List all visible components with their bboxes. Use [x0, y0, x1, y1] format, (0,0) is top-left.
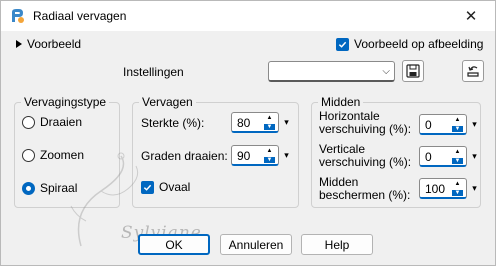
ok-button[interactable]: OK	[138, 234, 210, 255]
center-title: Midden	[318, 95, 364, 109]
save-preset-button[interactable]	[402, 60, 424, 82]
protect-spinner[interactable]: 100 ▲ ▼	[419, 178, 467, 199]
h-offset-label: Horizontale verschuiving (%):	[319, 110, 411, 136]
reset-icon	[467, 66, 479, 77]
spin-arrows-icon[interactable]: ▲ ▼	[452, 181, 463, 196]
preview-toggle-label: Voorbeeld	[27, 37, 82, 51]
spin-arrows-icon[interactable]: ▲ ▼	[452, 117, 463, 132]
h-offset-spinner[interactable]: 0 ▲ ▼	[419, 114, 467, 135]
close-icon: ✕	[464, 8, 478, 25]
close-button[interactable]: ✕	[453, 4, 489, 28]
title-bar: Radiaal vervagen ✕	[1, 1, 495, 31]
dialog-window: Radiaal vervagen ✕ Voorbeeld Voorbeeld o…	[0, 0, 496, 266]
settings-label: Instellingen	[123, 65, 184, 79]
save-icon	[406, 64, 420, 78]
reset-button[interactable]	[462, 60, 484, 82]
radio-indicator	[22, 148, 35, 162]
preview-toggle[interactable]: Voorbeeld	[16, 37, 81, 51]
v-offset-value: 0	[425, 150, 432, 164]
strength-label: Sterkte (%):	[141, 116, 205, 130]
rotate-spinner[interactable]: 90 ▲ ▼	[231, 145, 279, 166]
h-offset-dropdown-icon[interactable]: ▾	[469, 114, 480, 135]
h-offset-value: 0	[425, 118, 432, 132]
radio-rotate-label: Draaien	[40, 115, 83, 129]
app-icon	[12, 9, 24, 23]
protect-dropdown-icon[interactable]: ▾	[469, 178, 480, 199]
preview-on-image-label: Voorbeeld op afbeelding	[354, 37, 484, 51]
cancel-button[interactable]: Annuleren	[220, 234, 292, 255]
blur-type-title: Vervagingstype	[21, 95, 110, 109]
protect-label-line1: Midden	[319, 175, 359, 189]
cancel-label: Annuleren	[228, 237, 284, 252]
v-offset-label: Verticale verschuiving (%):	[319, 143, 411, 169]
check-icon	[336, 37, 349, 51]
strength-value: 80	[237, 116, 251, 130]
ok-label: OK	[165, 237, 183, 252]
radio-indicator-selected	[22, 181, 35, 195]
spin-arrows-icon[interactable]: ▲ ▼	[264, 115, 275, 130]
help-label: Help	[324, 237, 350, 252]
v-offset-label-line2: verschuiving (%):	[319, 155, 412, 169]
strength-dropdown-icon[interactable]: ▾	[281, 112, 292, 133]
window-title: Radiaal vervagen	[33, 9, 127, 23]
h-offset-label-line1: Horizontale	[319, 109, 380, 123]
h-offset-label-line2: verschuiving (%):	[319, 122, 412, 136]
spin-arrows-icon[interactable]: ▲ ▼	[264, 148, 275, 163]
protect-label: Midden beschermen (%):	[319, 176, 410, 202]
radio-rotate[interactable]: Draaien	[22, 115, 82, 129]
chevron-down-icon: ⌵	[382, 66, 390, 77]
spin-arrows-icon[interactable]: ▲ ▼	[452, 149, 463, 164]
help-button[interactable]: Help	[301, 234, 373, 255]
preview-on-image-checkbox[interactable]: Voorbeeld op afbeelding	[336, 37, 483, 51]
settings-dropdown[interactable]: ⌵	[268, 61, 395, 82]
expand-triangle-icon	[16, 40, 22, 48]
center-group: Midden Horizontale verschuiving (%): 0 ▲…	[311, 95, 481, 208]
v-offset-spinner[interactable]: 0 ▲ ▼	[419, 146, 467, 167]
rotate-value: 90	[237, 149, 251, 163]
rotate-dropdown-icon[interactable]: ▾	[281, 145, 292, 166]
strength-spinner[interactable]: 80 ▲ ▼	[231, 112, 279, 133]
protect-label-line2: beschermen (%):	[319, 188, 411, 202]
blur-title: Vervagen	[139, 95, 196, 109]
v-offset-dropdown-icon[interactable]: ▾	[469, 146, 480, 167]
v-offset-label-line1: Verticale	[319, 142, 366, 156]
protect-value: 100	[425, 182, 446, 196]
radio-indicator	[22, 115, 35, 129]
